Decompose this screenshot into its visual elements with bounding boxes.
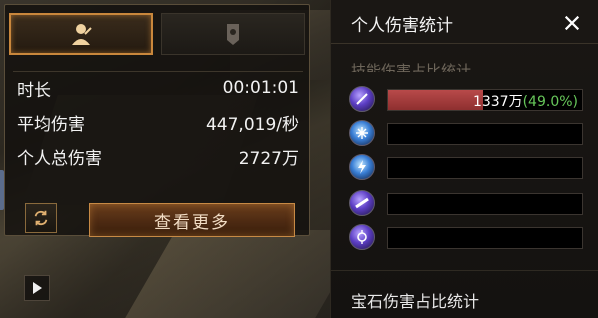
skill-row: 1337万(49.0%) <box>349 86 585 112</box>
skill-arcane-icon <box>349 224 375 250</box>
view-more-button[interactable]: 查看更多 <box>89 203 295 237</box>
skill-damage-fill <box>388 90 484 110</box>
close-button[interactable] <box>559 10 585 36</box>
divider <box>331 270 598 271</box>
stat-total-damage: 个人总伤害 2727万 <box>17 143 299 169</box>
stat-duration-label: 时长 <box>17 80 51 101</box>
team-banner-icon <box>227 24 239 45</box>
stat-total-damage-value: 2727万 <box>238 148 299 169</box>
panel-title: 个人伤害统计 <box>351 16 453 36</box>
skill-row <box>349 154 585 180</box>
stat-average-damage: 平均伤害 447,019/秒 <box>17 109 299 135</box>
skill-lightning-icon <box>349 154 375 180</box>
divider <box>13 71 303 72</box>
stat-duration-value: 00:01:01 <box>222 78 299 98</box>
refresh-button[interactable] <box>25 203 57 233</box>
refresh-icon <box>34 210 48 226</box>
tab-team[interactable] <box>161 13 305 55</box>
play-button[interactable] <box>24 275 50 301</box>
skill-row <box>349 120 585 146</box>
stat-average-damage-value: 447,019/秒 <box>205 114 299 135</box>
skill-damage-bar: 1337万(49.0%) <box>387 89 583 111</box>
skill-frost-icon <box>349 120 375 146</box>
skill-row <box>349 190 585 216</box>
skill-damage-bar <box>387 227 583 249</box>
skill-row <box>349 224 585 250</box>
skill-damage-bar <box>387 193 583 215</box>
skill-purple-slash-icon <box>349 86 375 112</box>
close-icon <box>564 15 580 31</box>
skill-damage-value: 1337万(49.0%) <box>472 94 578 110</box>
stat-duration: 时长 00:01:01 <box>17 75 299 101</box>
skill-section-title: 技能伤害占比统计 <box>351 62 472 72</box>
skill-damage-bar <box>387 157 583 179</box>
damage-summary-card: 时长 00:01:01 平均伤害 447,019/秒 个人总伤害 2727万 查… <box>4 4 310 237</box>
tab-personal[interactable] <box>9 13 153 55</box>
stat-total-damage-label: 个人总伤害 <box>17 148 102 169</box>
gem-section-title[interactable]: 宝石伤害占比统计 <box>351 288 479 312</box>
stat-average-damage-label: 平均伤害 <box>17 114 85 135</box>
skill-violet-beam-icon <box>349 190 375 216</box>
skill-damage-bar <box>387 123 583 145</box>
personal-damage-panel: 个人伤害统计 技能伤害占比统计 1337万(49.0%) 宝石伤害占比统计 <box>330 0 598 318</box>
player-icon <box>72 24 92 45</box>
panel-header: 个人伤害统计 <box>331 0 598 44</box>
skill-damage-percent: (49.0%) <box>522 94 578 110</box>
play-icon <box>33 282 42 294</box>
